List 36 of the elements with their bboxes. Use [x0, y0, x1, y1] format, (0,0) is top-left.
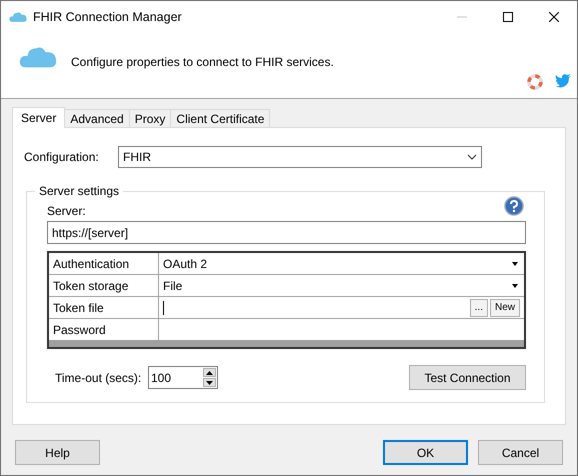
property-name: Token storage: [49, 275, 159, 296]
window-title: FHIR Connection Manager: [33, 10, 183, 24]
help-icon[interactable]: [504, 196, 524, 216]
browse-button[interactable]: ...: [470, 298, 488, 316]
server-field[interactable]: https://[server]: [47, 221, 526, 244]
group-title: Server settings: [38, 184, 120, 198]
caret-icon: [510, 282, 520, 288]
property-name: Password: [49, 319, 159, 340]
tab[interactable]: Proxy: [128, 109, 172, 127]
property-name: Authentication: [49, 253, 159, 274]
chevron-icon: [467, 154, 477, 160]
field-label: Configuration:: [24, 149, 100, 165]
maximize-icon[interactable]: [503, 12, 513, 22]
tab[interactable]: Client Certificate: [170, 109, 270, 127]
property-name: Token file: [49, 297, 159, 318]
field-label: Server:: [47, 204, 86, 218]
close-icon[interactable]: [549, 12, 559, 22]
property-dropdown[interactable]: OAuth 2: [159, 253, 524, 274]
header-description: Configure properties to connect to FHIR services.: [71, 55, 334, 71]
text-cursor: [163, 300, 164, 314]
tab[interactable]: Server: [12, 107, 66, 128]
cancel-button[interactable]: Cancel: [478, 440, 563, 465]
new-button[interactable]: New: [490, 298, 520, 316]
bird-icon[interactable]: [555, 74, 571, 88]
help-button[interactable]: Help: [15, 440, 100, 465]
caret-icon: [510, 260, 520, 266]
cloud-icon: [9, 11, 27, 22]
test-connection-button[interactable]: Test Connection: [409, 365, 526, 390]
timeout-spinner[interactable]: 100: [148, 366, 218, 389]
property-dropdown[interactable]: File: [159, 275, 524, 296]
lifebuoy-icon[interactable]: [527, 74, 543, 90]
ok-button[interactable]: OK: [383, 440, 468, 465]
up-arrow-icon[interactable]: [203, 368, 216, 377]
down-arrow-icon[interactable]: [203, 378, 216, 387]
field-label: Time-out (secs):: [55, 370, 142, 384]
configuration-dropdown[interactable]: FHIR: [118, 146, 482, 168]
